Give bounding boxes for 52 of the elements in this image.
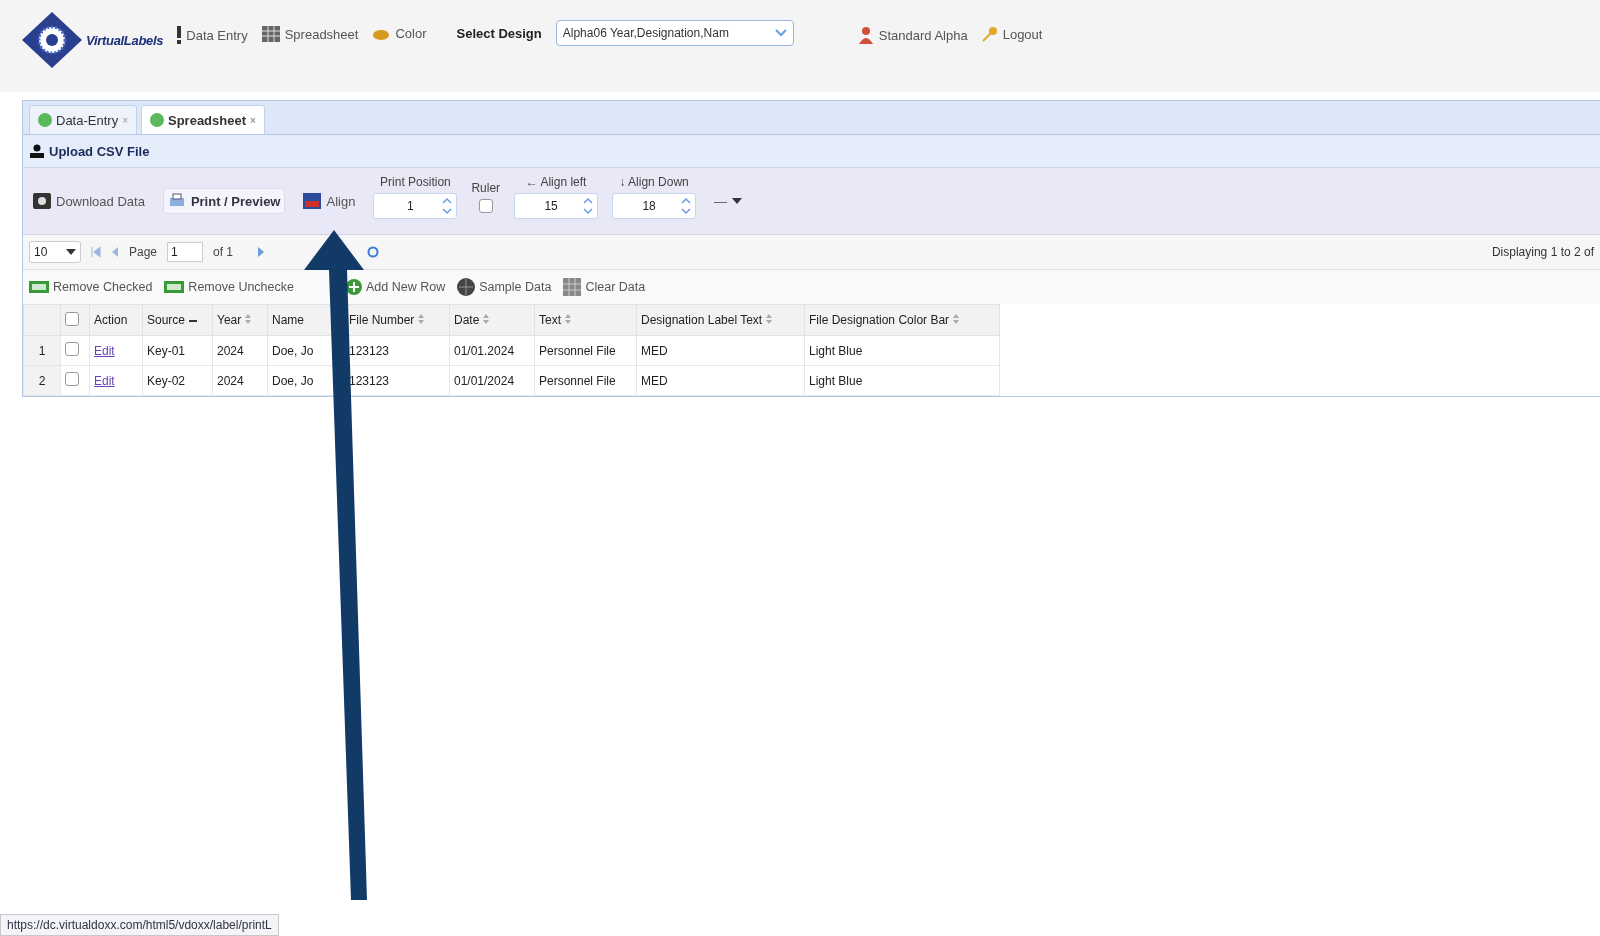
column-header[interactable]: Date <box>454 313 480 327</box>
table-cell: Light Blue <box>804 335 1000 366</box>
table-cell: MED <box>636 335 805 366</box>
action-button[interactable]: Remove Unchecke <box>164 280 294 294</box>
status-url: https://dc.virtualdoxx.com/html5/vdoxx/label/printL <box>0 914 279 936</box>
more-menu-button[interactable]: — <box>710 189 747 213</box>
page-label: Page <box>129 245 158 259</box>
column-header[interactable]: Year <box>217 313 242 327</box>
table-cell: Personnel File <box>534 365 637 396</box>
row-number: 2 <box>23 365 61 396</box>
select-design-label: Select Design <box>456 26 542 41</box>
column-header[interactable]: Name <box>272 313 304 327</box>
logo-text: VirtualLabels <box>86 32 164 48</box>
row-number: 1 <box>23 335 61 366</box>
table-cell: MED <box>636 365 805 396</box>
table-cell: 2024 <box>212 335 268 366</box>
edit-link[interactable]: Edit <box>94 343 115 358</box>
align-down-label: ↓ Align Down <box>619 175 689 189</box>
table-cell: Personnel File <box>534 335 637 366</box>
table-cell: 01/01.2024 <box>449 335 535 366</box>
page-field[interactable]: 1 <box>167 242 204 262</box>
tab[interactable]: Spreadsheet × <box>141 105 265 134</box>
upload-button[interactable]: Upload CSV File <box>29 143 150 159</box>
page-count: of 1 <box>213 245 234 259</box>
column-header[interactable]: Text <box>539 313 561 327</box>
logout-link[interactable]: Logout <box>981 26 1043 42</box>
align-down-field[interactable]: 18 <box>612 193 697 219</box>
download-button[interactable]: Download Data <box>29 189 149 213</box>
tab[interactable]: Data-Entry × <box>29 105 137 134</box>
action-button[interactable]: Clear Data <box>563 278 646 296</box>
nav-link[interactable]: Color <box>372 26 427 41</box>
table-cell: Key-02 <box>142 365 213 396</box>
table-cell: 01/01/2024 <box>449 365 535 396</box>
align-left-label: ← Align left <box>525 175 587 189</box>
action-button[interactable]: Sample Data <box>457 278 552 296</box>
displaying-text: Displaying 1 to 2 of <box>1491 245 1594 259</box>
print-position-field[interactable]: 1 <box>373 193 458 219</box>
print-position-label: Print Position <box>380 175 451 189</box>
page-size-select[interactable]: 10 <box>29 241 81 263</box>
edit-link[interactable]: Edit <box>94 373 115 388</box>
align-left-field[interactable]: 15 <box>514 193 599 219</box>
table-cell: 2024 <box>212 365 268 396</box>
table-cell: Key-01 <box>142 335 213 366</box>
table-cell: Light Blue <box>804 365 1000 396</box>
nav-link[interactable]: Spreadsheet <box>261 26 359 42</box>
print-preview-button[interactable]: Print / Preview <box>162 188 286 214</box>
action-button[interactable]: Remove Checked <box>29 280 153 294</box>
nav-link[interactable]: Data Entry <box>177 26 248 44</box>
design-select[interactable]: Alpha06 Year,Designation,Nam <box>555 20 794 46</box>
align-button[interactable]: Align <box>299 189 360 213</box>
ruler-label: Ruler <box>471 181 501 195</box>
user-link[interactable]: Standard Alpha <box>857 26 968 44</box>
